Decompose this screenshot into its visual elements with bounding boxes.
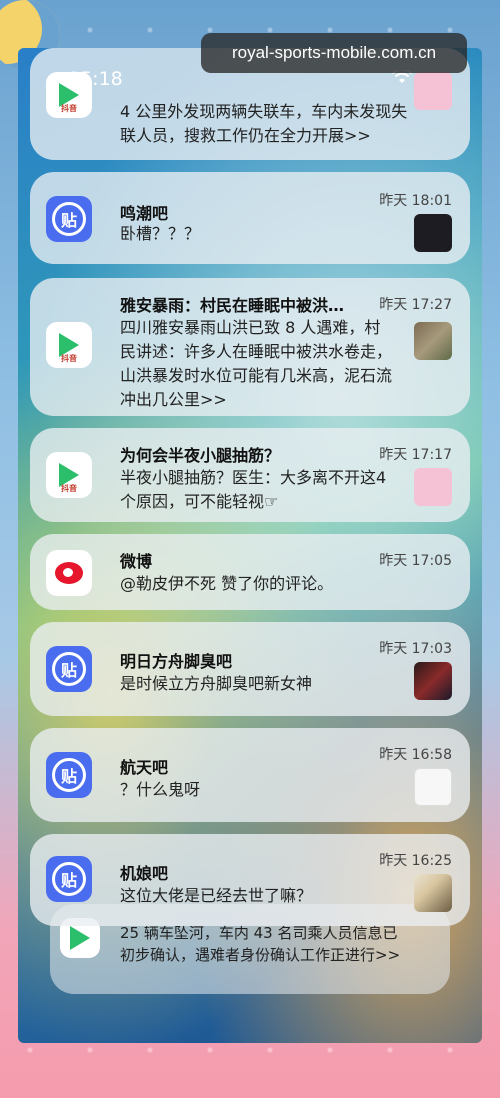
notification-title: 雅安暴雨：村民在睡眠中被洪… — [120, 296, 345, 315]
notification-time: 昨天 17:17 — [379, 447, 452, 463]
status-time: 15:18 — [68, 68, 123, 90]
notification-time: 昨天 16:58 — [379, 747, 452, 763]
notification-thumbnail — [414, 768, 452, 806]
notification-title: 机娘吧 — [120, 864, 169, 883]
notification-thumbnail — [414, 214, 452, 252]
notification-body: @勒皮伊不死 赞了你的评论。 — [120, 574, 334, 593]
notification-time: 昨天 17:27 — [379, 297, 452, 313]
notification-title: 为何会半夜小腿抽筋？ — [120, 446, 281, 465]
notification-time: 昨天 18:01 — [379, 193, 452, 209]
notification-card[interactable]: 贴 明日方舟脚臭吧 昨天 17:03 是时候立方舟脚臭吧新女神 — [30, 622, 470, 716]
phone-screen: 15:18 抖音 4 公里外发现两辆失联车，车内未发现失联人员，搜救工作仍在全力… — [18, 48, 482, 1043]
notification-card[interactable]: 贴 机娘吧 昨天 16:25 这位大佬是已经去世了嘛？ — [30, 834, 470, 926]
notification-card[interactable]: 贴 鸣潮吧 昨天 18:01 卧槽？？？ — [30, 172, 470, 264]
notification-body: 4 公里外发现两辆失联车，车内未发现失联人员，搜救工作仍在全力开展>> — [120, 102, 408, 145]
tieba-icon: 贴 — [46, 196, 92, 242]
weibo-icon — [46, 550, 92, 596]
tieba-icon: 贴 — [46, 752, 92, 798]
notification-thumbnail — [414, 468, 452, 506]
notification-body: 25 辆车坠河，车内 43 名司乘人员信息已初步确认，遇难者身份确认工作正进行>… — [120, 924, 401, 964]
notification-body: 这位大佬是已经去世了嘛？ — [120, 886, 313, 905]
tieba-icon: 贴 — [46, 646, 92, 692]
notification-card[interactable]: 微博 昨天 17:05 @勒皮伊不死 赞了你的评论。 — [30, 534, 470, 610]
notification-body: 四川雅安暴雨山洪已致 8 人遇难，村民讲述：许多人在睡眠中被洪水卷走，山洪暴发时… — [120, 318, 393, 409]
notification-time: 昨天 17:03 — [379, 641, 452, 657]
notification-thumbnail — [414, 72, 452, 110]
tieba-icon: 贴 — [46, 856, 92, 902]
video-app-icon: 抖音 — [46, 452, 92, 498]
notification-title: 微博 — [120, 552, 153, 571]
notification-body: 卧槽？？？ — [120, 224, 201, 243]
notification-card[interactable]: 抖音 为何会半夜小腿抽筋？ 昨天 17:17 半夜小腿抽筋？医生：大多离不开这4… — [30, 428, 470, 522]
video-app-icon: 抖音 — [46, 322, 92, 368]
notification-body: 半夜小腿抽筋？医生：大多离不开这4个原因，可不能轻视☞ — [120, 468, 387, 511]
notification-card[interactable]: 抖音 雅安暴雨：村民在睡眠中被洪… 昨天 17:27 四川雅安暴雨山洪已致 8 … — [30, 278, 470, 416]
notification-title: 明日方舟脚臭吧 — [120, 652, 233, 671]
url-watermark: royal-sports-mobile.com.cn — [201, 33, 467, 73]
notification-thumbnail — [414, 322, 452, 360]
notification-body: 是时候立方舟脚臭吧新女神 — [120, 674, 313, 693]
notification-thumbnail — [414, 662, 452, 700]
notification-thumbnail — [414, 874, 452, 912]
notification-body: ？什么鬼呀 — [120, 780, 201, 799]
notification-time: 昨天 17:05 — [379, 553, 452, 569]
notification-title: 航天吧 — [120, 758, 169, 777]
notification-card[interactable]: 贴 航天吧 昨天 16:58 ？什么鬼呀 — [30, 728, 470, 822]
notification-time: 昨天 16:25 — [379, 853, 452, 869]
notification-title: 鸣潮吧 — [120, 204, 169, 223]
